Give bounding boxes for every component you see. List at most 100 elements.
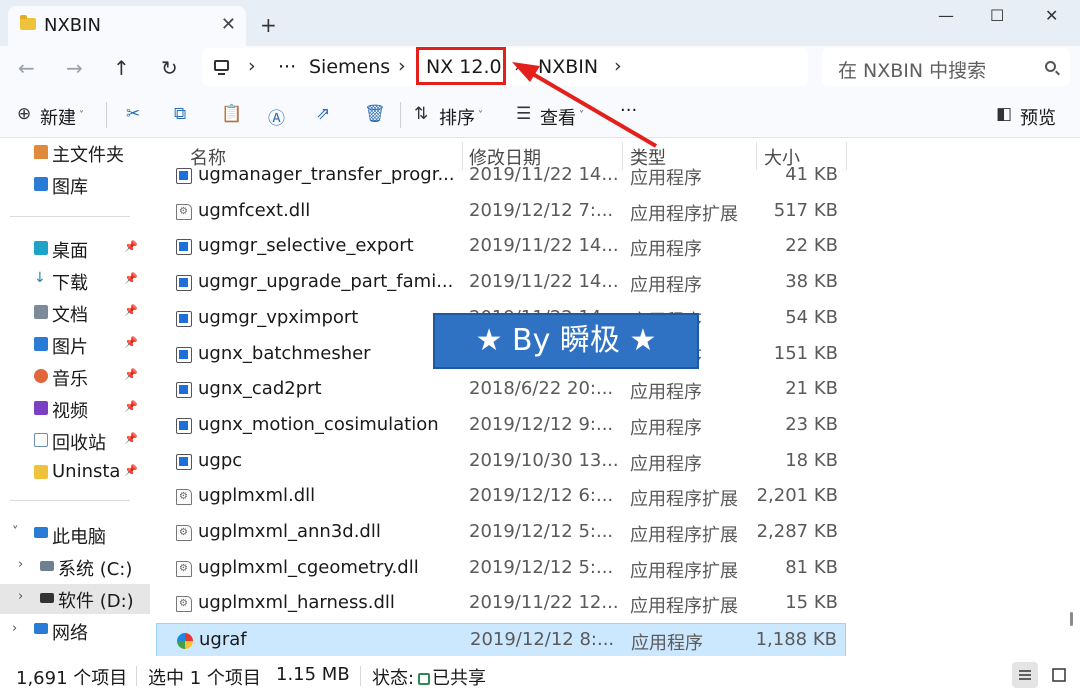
chevron-down-icon[interactable]: ˅ (12, 525, 19, 540)
file-type: 应用程序扩展 (630, 596, 738, 618)
file-row[interactable]: ugmanager_transfer_progr... 2019/11/22 14… (156, 159, 846, 193)
file-row[interactable]: ugplmxml_cgeometry.dll 2019/12/12 5:... 应用… (156, 552, 846, 586)
share-state: 已共享 (418, 664, 486, 690)
sidebar-item-drive-d[interactable]: › 软件 (D:) (0, 584, 150, 614)
music-icon (34, 369, 48, 383)
chevron-right-icon[interactable]: › (398, 55, 406, 77)
up-button[interactable]: ↑ (113, 56, 130, 80)
file-row[interactable]: ugnx_cad2prt 2018/6/22 20:... 应用程序 21 KB (156, 373, 846, 407)
chevron-right-icon[interactable]: › (18, 557, 23, 572)
tiles-view-button[interactable] (1046, 662, 1072, 688)
file-size: 517 KB (773, 199, 838, 221)
file-type: 应用程序 (630, 239, 702, 261)
share-state-value: 已共享 (432, 668, 486, 689)
file-type: 应用程序 (630, 168, 702, 189)
close-button[interactable]: ✕ (1045, 6, 1058, 25)
chevron-right-icon[interactable]: › (614, 55, 622, 77)
forward-button[interactable]: → (66, 56, 83, 80)
sidebar-item-music[interactable]: 音乐 📌 (0, 362, 150, 392)
view-label: 查看 (540, 108, 576, 129)
paste-icon[interactable]: 📋 (221, 104, 242, 124)
copy-icon[interactable]: ⧉ (174, 104, 186, 124)
refresh-button[interactable]: ↻ (161, 56, 178, 80)
address-bar[interactable]: › ··· Siemens › NX 12.0 › NXBIN › (202, 47, 808, 86)
chevron-right-icon[interactable]: › (248, 55, 256, 77)
file-size: 22 KB (785, 235, 838, 257)
file-row[interactable]: ugnx_motion_cosimulation 2019/12/12 9:...… (156, 409, 846, 443)
tab-close-icon[interactable]: ✕ (221, 14, 236, 35)
file-row[interactable]: ugplmxml.dll 2019/12/12 6:... 应用程序扩展 2,201 … (156, 480, 846, 514)
folder-icon (34, 465, 48, 479)
file-row[interactable]: ugplmxml_ann3d.dll 2019/12/12 5:... 应用程序扩展… (156, 516, 846, 550)
file-name: ugpc (198, 449, 243, 471)
file-row[interactable]: ugmgr_selective_export 2019/11/22 14... 应用… (156, 230, 846, 264)
file-size: 2,287 KB (756, 521, 838, 542)
sidebar-item-pictures[interactable]: 图片 📌 (0, 330, 150, 360)
minimize-button[interactable]: — (938, 6, 954, 25)
share-icon[interactable]: ⇗ (316, 104, 330, 124)
status-bar: 1,691 个项目 选中 1 个项目 1.15 MB 状态: 已共享 (0, 656, 1080, 691)
download-icon: ↓ (34, 270, 46, 286)
pin-icon[interactable]: 📌 (124, 336, 138, 349)
chevron-right-icon[interactable]: › (514, 55, 522, 77)
new-button[interactable]: 新建 ˅ (40, 104, 84, 130)
file-row[interactable]: ugraf 2019/12/12 8:... 应用程序 1,188 KB (156, 623, 846, 656)
sidebar-item-home[interactable]: 主文件夹 (0, 138, 150, 168)
sidebar-item-downloads[interactable]: ↓ 下载 📌 (0, 266, 150, 296)
chevron-right-icon[interactable]: › (18, 589, 23, 604)
pin-icon[interactable]: 📌 (124, 368, 138, 381)
pin-icon[interactable]: 📌 (124, 272, 138, 285)
tiles-view-icon (1052, 668, 1066, 682)
sidebar-item-documents[interactable]: 文档 📌 (0, 298, 150, 328)
tab-nxbin[interactable]: NXBIN ✕ (8, 6, 246, 46)
sidebar-label: 回收站 (52, 433, 106, 454)
sidebar-item-network[interactable]: › 网络 (0, 616, 150, 646)
breadcrumb-ellipsis[interactable]: ··· (278, 56, 296, 78)
file-row[interactable]: ugpc 2019/10/30 13... 应用程序 18 KB (156, 445, 846, 479)
navigation-bar: ← → ↑ ↻ › ··· Siemens › NX 12.0 › NXBIN … (0, 46, 1080, 92)
computer-icon[interactable] (214, 60, 229, 75)
cut-icon[interactable]: ✂ (126, 104, 140, 124)
exe-file-icon (176, 346, 192, 363)
preview-button[interactable]: 预览 (1020, 104, 1056, 130)
pin-icon[interactable]: 📌 (124, 240, 138, 253)
view-button[interactable]: 查看 ˅ (540, 104, 584, 130)
sidebar-item-this-pc[interactable]: ˅ 此电脑 (0, 520, 150, 550)
sort-button[interactable]: 排序 ˅ (439, 104, 483, 130)
sidebar-item-recycle-bin[interactable]: 回收站 📌 (0, 426, 150, 456)
column-separator[interactable] (846, 142, 847, 170)
chevron-right-icon[interactable]: › (12, 621, 17, 636)
sidebar-item-videos[interactable]: 视频 📌 (0, 394, 150, 424)
file-row[interactable]: ugmfcext.dll 2019/12/12 7:... 应用程序扩展 517 KB (156, 195, 846, 229)
sidebar-item-desktop[interactable]: 桌面 📌 (0, 234, 150, 264)
sidebar-label: 网络 (52, 623, 88, 644)
search-box[interactable]: 在 NXBIN 中搜索 (822, 48, 1070, 86)
watermark-banner: ★ By 瞬极 ★ (433, 313, 699, 369)
file-row[interactable]: ugmgr_upgrade_part_fami... 2019/11/22 14.… (156, 266, 846, 300)
pin-icon[interactable]: 📌 (124, 304, 138, 317)
dll-file-icon (176, 489, 192, 506)
sidebar-item-drive-c[interactable]: › 系统 (C:) (0, 552, 150, 582)
file-date: 2019/11/22 12... (469, 592, 619, 614)
breadcrumb-nxbin[interactable]: NXBIN (538, 56, 598, 78)
pin-icon[interactable]: 📌 (124, 432, 138, 445)
details-view-button[interactable] (1012, 662, 1038, 688)
scrollbar-thumb[interactable] (1070, 612, 1073, 626)
rename-icon[interactable]: Ⓐ (268, 104, 285, 129)
sidebar-item-gallery[interactable]: 图库 (0, 170, 150, 200)
sidebar-item-uninstall[interactable]: Uninsta 📌 (0, 458, 150, 488)
dll-file-icon (176, 560, 192, 577)
more-options-button[interactable]: ··· (620, 100, 637, 121)
pin-icon[interactable]: 📌 (124, 400, 138, 413)
pin-icon[interactable]: 📌 (124, 464, 138, 477)
exe-file-icon (176, 168, 192, 184)
file-row[interactable]: ugplmxml_harness.dll 2019/11/22 12... 应用程序… (156, 587, 846, 621)
delete-icon[interactable]: 🗑 (364, 104, 386, 124)
preview-pane-icon[interactable]: ◧ (996, 104, 1012, 124)
search-icon[interactable] (1045, 61, 1056, 72)
search-input[interactable]: 在 NXBIN 中搜索 (838, 56, 986, 83)
new-tab-button[interactable]: + (260, 13, 277, 37)
maximize-button[interactable]: ☐ (990, 6, 1004, 25)
breadcrumb-siemens[interactable]: Siemens (309, 56, 390, 78)
back-button[interactable]: ← (18, 56, 35, 80)
